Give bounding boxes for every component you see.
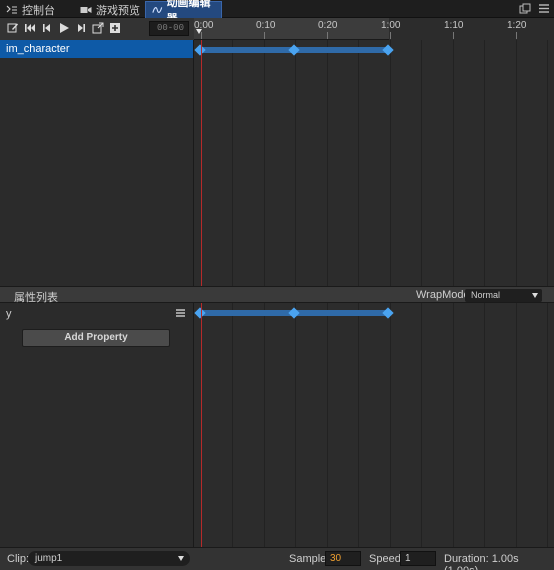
tab-bar: 控制台 游戏预览 动画编辑器 (0, 0, 554, 25)
next-frame-icon[interactable] (75, 22, 87, 34)
node-list: im_character (0, 40, 194, 286)
gridline (484, 303, 485, 547)
gridline (547, 40, 548, 286)
property-header: 属性列表 WrapMode: Normal (0, 286, 554, 304)
footer-bar: Clip: jump1 Sample: 30 Speed: 1 Duration… (0, 547, 554, 570)
gridline (421, 303, 422, 547)
ruler-tick (327, 32, 328, 39)
gridline (453, 40, 454, 286)
wrapmode-select[interactable]: Normal (465, 289, 542, 302)
gridline (264, 303, 265, 547)
gridline (516, 303, 517, 547)
clip-label: Clip: (7, 553, 30, 565)
property-list: y Add Property (0, 303, 194, 547)
gridline (390, 303, 391, 547)
wrapmode-value: Normal (471, 290, 501, 300)
ruler-tick (390, 32, 391, 39)
ruler-label: 1:10 (444, 20, 464, 31)
chevron-down-icon (178, 556, 184, 561)
gridline (358, 40, 359, 286)
gridline (453, 303, 454, 547)
tab-game-preview-label: 游戏预览 (96, 4, 140, 17)
animation-toolbar: 00-00 (0, 18, 194, 40)
ruler-out-of-range (389, 18, 554, 40)
property-timeline[interactable] (194, 303, 554, 547)
gridline (421, 40, 422, 286)
gridline (232, 40, 233, 286)
ruler-label: 1:20 (507, 20, 527, 31)
gridline (327, 40, 328, 286)
playhead-line (201, 303, 202, 547)
speed-label: Speed: (369, 553, 404, 565)
ruler-tick (516, 32, 517, 39)
ruler-label: 0:20 (318, 20, 338, 31)
property-menu-icon[interactable] (176, 309, 185, 317)
gridline (232, 303, 233, 547)
frame-input[interactable]: 00-00 (149, 21, 189, 36)
gridline (295, 40, 296, 286)
prev-frame-icon[interactable] (41, 22, 53, 34)
console-icon (6, 5, 17, 13)
playhead-line (201, 40, 202, 286)
chevron-down-icon (532, 293, 538, 298)
gridline (547, 303, 548, 547)
property-item-y[interactable]: y (6, 308, 12, 320)
tab-animation-editor[interactable]: 动画编辑器 (145, 0, 222, 25)
ruler-label: 1:00 (381, 20, 401, 31)
node-timeline[interactable] (194, 40, 554, 286)
menu-icon[interactable] (538, 3, 550, 14)
sample-label: Sample: (289, 553, 330, 565)
add-event-icon[interactable] (109, 22, 121, 34)
popout-icon[interactable] (519, 3, 531, 14)
playhead-handle[interactable] (196, 29, 202, 34)
tab-game-preview[interactable]: 游戏预览 (74, 1, 146, 18)
gridline (264, 40, 265, 286)
gridline (327, 303, 328, 547)
gridline (390, 40, 391, 286)
add-property-button[interactable]: Add Property (22, 329, 170, 347)
gridline (516, 40, 517, 286)
sample-input[interactable]: 30 (325, 551, 361, 566)
clip-value: jump1 (35, 553, 63, 564)
gridline (484, 40, 485, 286)
tab-console[interactable]: 控制台 (0, 1, 61, 18)
clip-select[interactable]: jump1 (28, 551, 190, 566)
play-icon[interactable] (58, 22, 70, 34)
edit-icon[interactable] (7, 22, 19, 34)
jump-first-icon[interactable] (24, 22, 36, 34)
time-ruler[interactable]: 0:00 0:10 0:20 1:00 1:10 1:20 (194, 18, 554, 40)
tab-console-label: 控制台 (22, 4, 55, 17)
export-icon[interactable] (92, 22, 104, 34)
speed-input[interactable]: 1 (400, 551, 436, 566)
gridline (295, 303, 296, 547)
video-icon (80, 6, 92, 13)
node-item[interactable]: im_character (0, 40, 193, 58)
duration-text: Duration: 1.00s (1.00s) (444, 553, 519, 570)
gridline (358, 303, 359, 547)
ruler-tick (453, 32, 454, 39)
ruler-tick (264, 32, 265, 39)
ruler-label: 0:10 (256, 20, 276, 31)
animation-icon (152, 7, 163, 13)
